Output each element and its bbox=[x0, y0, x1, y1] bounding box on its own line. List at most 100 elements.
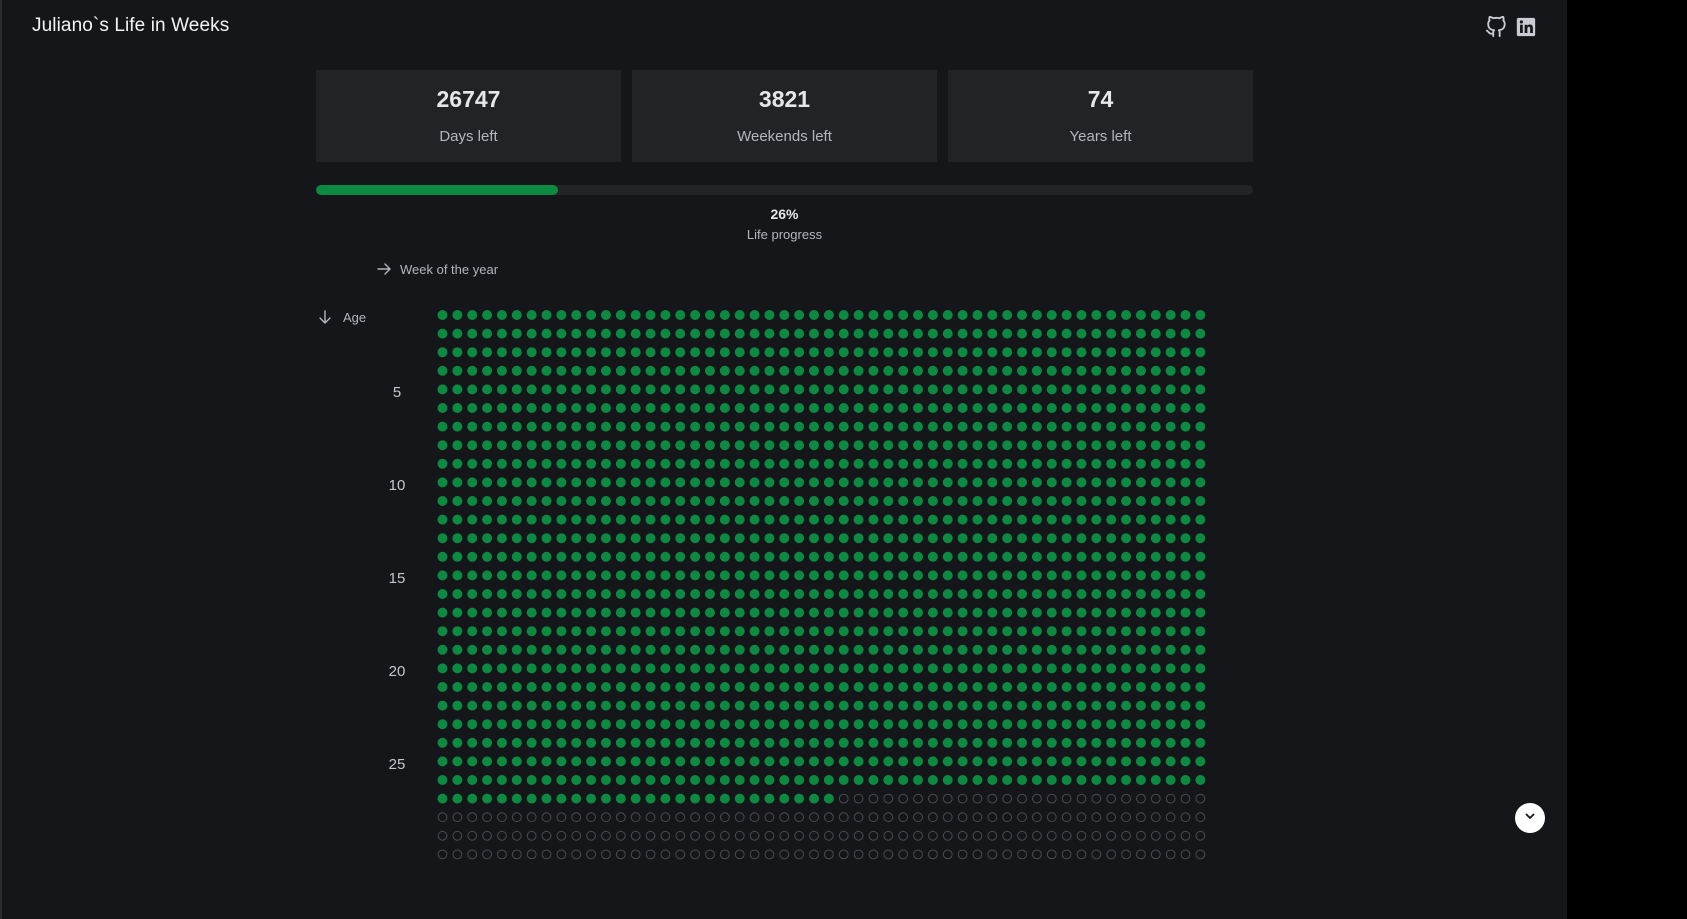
week-dot-lived bbox=[1002, 719, 1013, 730]
week-dot-lived bbox=[526, 514, 537, 525]
week-dot-lived bbox=[615, 644, 626, 655]
week-dot-lived bbox=[1106, 328, 1117, 339]
week-dot-lived bbox=[927, 477, 938, 488]
week-dot-lived bbox=[868, 328, 879, 339]
week-dot-remaining bbox=[571, 812, 582, 823]
week-dot-lived bbox=[630, 607, 641, 618]
week-dot-lived bbox=[1165, 496, 1176, 506]
week-dot-remaining bbox=[883, 812, 894, 823]
week-dot-lived bbox=[615, 496, 626, 506]
week-dot-lived bbox=[526, 719, 537, 730]
week-dot-lived bbox=[586, 403, 597, 413]
week-dot-lived bbox=[972, 403, 983, 413]
week-dot-remaining bbox=[615, 830, 626, 841]
week-dot-lived bbox=[704, 700, 715, 711]
week-dot-lived bbox=[1091, 756, 1102, 767]
week-dot-lived bbox=[615, 719, 626, 730]
week-dot-lived bbox=[1165, 644, 1176, 655]
week-dot-lived bbox=[794, 663, 805, 674]
week-dot-lived bbox=[496, 384, 507, 395]
week-dot-lived bbox=[1165, 477, 1176, 488]
week-dot-lived bbox=[942, 421, 953, 432]
week-dot-lived bbox=[898, 347, 909, 358]
week-dot-lived bbox=[1091, 682, 1102, 692]
week-dot-lived bbox=[987, 421, 998, 432]
week-dot-lived bbox=[957, 477, 968, 488]
week-dot-lived bbox=[704, 421, 715, 432]
week-dot-lived bbox=[779, 663, 790, 674]
week-dot-lived bbox=[526, 682, 537, 692]
week-dot-lived bbox=[586, 775, 597, 785]
week-dot-lived bbox=[1046, 551, 1057, 562]
week-dot-lived bbox=[883, 626, 894, 637]
week-dot-lived bbox=[734, 756, 745, 767]
week-dot-lived bbox=[823, 663, 834, 674]
week-dot-lived bbox=[704, 793, 715, 804]
week-dot-lived bbox=[794, 589, 805, 599]
week-dot-lived bbox=[913, 477, 924, 488]
week-dot-lived bbox=[496, 719, 507, 730]
week-dot-lived bbox=[482, 496, 493, 506]
week-dot-lived bbox=[586, 551, 597, 562]
week-dot-lived bbox=[645, 719, 656, 730]
week-dot-lived bbox=[1046, 496, 1057, 506]
week-dot-lived bbox=[1017, 682, 1028, 692]
week-dot-lived bbox=[511, 626, 522, 637]
week-dot-remaining bbox=[1180, 830, 1191, 841]
week-dot-lived bbox=[1031, 440, 1042, 451]
week-dot-lived bbox=[794, 533, 805, 544]
week-dot-lived bbox=[571, 589, 582, 599]
week-dot-lived bbox=[630, 719, 641, 730]
week-dot-remaining bbox=[987, 830, 998, 841]
week-dot-lived bbox=[1165, 719, 1176, 730]
week-dot-lived bbox=[838, 384, 849, 395]
week-dot-lived bbox=[1017, 719, 1028, 730]
week-dot-lived bbox=[660, 607, 671, 618]
week-dot-lived bbox=[541, 719, 552, 730]
week-dot-lived bbox=[1017, 496, 1028, 506]
week-dot-lived bbox=[987, 663, 998, 674]
week-dot-lived bbox=[838, 589, 849, 599]
week-dot-lived bbox=[809, 384, 819, 395]
week-dot-remaining bbox=[1136, 849, 1146, 860]
week-dot-lived bbox=[1017, 347, 1028, 358]
week-dot-lived bbox=[526, 775, 537, 785]
week-dot-remaining bbox=[764, 849, 775, 860]
week-dot-lived bbox=[913, 551, 924, 562]
scroll-down-button[interactable] bbox=[1515, 803, 1545, 833]
week-dot-lived bbox=[690, 347, 701, 358]
week-dot-lived bbox=[1106, 700, 1117, 711]
week-dot-lived bbox=[957, 551, 968, 562]
week-dot-lived bbox=[1002, 328, 1013, 339]
week-dot-lived bbox=[571, 310, 582, 320]
week-dot-lived bbox=[853, 626, 864, 637]
week-dot-lived bbox=[1061, 403, 1072, 413]
week-dot-lived bbox=[734, 626, 745, 637]
week-dot-lived bbox=[942, 570, 953, 581]
week-dot-lived bbox=[794, 496, 805, 506]
week-dot-lived bbox=[719, 626, 730, 637]
week-dot-lived bbox=[764, 310, 775, 320]
week-dot-lived bbox=[526, 700, 537, 711]
week-dot-lived bbox=[823, 347, 834, 358]
week-dot-lived bbox=[630, 551, 641, 562]
week-dot-remaining bbox=[734, 812, 745, 823]
week-dot-lived bbox=[496, 365, 507, 376]
week-dot-lived bbox=[719, 328, 730, 339]
week-dot-lived bbox=[1076, 570, 1087, 581]
week-dot-remaining bbox=[437, 812, 448, 823]
week-dot-lived bbox=[1165, 663, 1176, 674]
week-dot-lived bbox=[1046, 384, 1057, 395]
week-dot-lived bbox=[1150, 347, 1161, 358]
week-dot-lived bbox=[1061, 533, 1072, 544]
week-dot-lived bbox=[511, 607, 522, 618]
week-dot-lived bbox=[526, 458, 537, 469]
week-dot-lived bbox=[794, 682, 805, 692]
week-dot-lived bbox=[615, 310, 626, 320]
week-dot-lived bbox=[1195, 607, 1206, 618]
week-dot-remaining bbox=[942, 793, 953, 804]
week-dot-lived bbox=[1150, 514, 1161, 525]
week-dot-lived bbox=[913, 328, 924, 339]
week-dot-lived bbox=[615, 700, 626, 711]
week-dot-lived bbox=[898, 514, 909, 525]
